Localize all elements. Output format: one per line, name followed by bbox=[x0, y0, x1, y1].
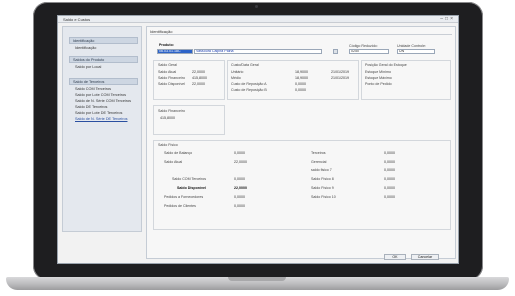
saldo-financeiro-box-value: 415,8000 bbox=[160, 116, 175, 120]
fisico-saldo-atual-label: Saldo Atual bbox=[164, 160, 183, 164]
unit-field[interactable]: UN bbox=[397, 49, 435, 54]
terceiros-value: 0,0000 bbox=[384, 151, 395, 155]
laptop-notch bbox=[228, 277, 286, 281]
custo-reposicao-b-label: Custo de Reposição B bbox=[231, 88, 267, 92]
custo-reposicao-b-value: 0,0000 bbox=[295, 88, 306, 92]
saldo-fisico-7-value: 0,0000 bbox=[384, 168, 395, 172]
reduced-code-field[interactable]: 0250 bbox=[349, 49, 389, 54]
sidebar-header-saldo-terceiros[interactable]: Saldo de Terceiros bbox=[69, 78, 138, 85]
saldo-com-terceiros-value: 0,0000 bbox=[234, 177, 245, 181]
sidebar-item-identificacao[interactable]: Identificação bbox=[75, 46, 96, 50]
reduced-code-label: Código Reduzido: bbox=[349, 44, 378, 48]
app-window: Saldo e Custos –□× Identificação Identif… bbox=[57, 15, 459, 264]
sidebar-item-lote-de-terceiros[interactable]: Saldo por Lote DE Terceiros bbox=[75, 111, 122, 115]
gerencial-value: 0,0000 bbox=[384, 160, 395, 164]
fisico-saldo-disponivel-value: 22,0000 bbox=[234, 186, 247, 190]
unit-label: Unidade Controle: bbox=[397, 44, 426, 48]
sidebar-item-saldo-com-terceiros[interactable]: Saldo COM Terceiros bbox=[75, 87, 111, 91]
custo-unitario-label: Unitário bbox=[231, 70, 244, 74]
estoque-maximo-label: Estoque Máximo bbox=[365, 76, 392, 80]
pedidos-fornecedores-value: 0,0000 bbox=[234, 195, 245, 199]
pedidos-fornecedores-label: Pedidos a Fornecedores bbox=[164, 195, 204, 199]
custo-reposicao-a-label: Custo de Reposição A bbox=[231, 82, 267, 86]
saldo-disponivel-label: Saldo Disponível bbox=[158, 82, 185, 86]
saldo-fisico-8-value: 0,0000 bbox=[384, 177, 395, 181]
camera-icon bbox=[255, 5, 258, 8]
saldo-balanco-label: Saldo de Balanço bbox=[164, 151, 193, 155]
cancel-button[interactable]: Cancelar bbox=[411, 254, 439, 260]
sidebar-item-serie-de-terceiros[interactable]: Saldo de N. Série DE Terceiros bbox=[75, 117, 127, 121]
product-description-field[interactable]: Vassoura Caipira Palha bbox=[194, 49, 322, 54]
saldo-disponivel-value: 22,0000 bbox=[192, 82, 205, 86]
saldo-balanco-value: 0,0000 bbox=[234, 151, 245, 155]
custo-geral-title: Custo/Data Geral bbox=[231, 63, 259, 67]
saldo-financeiro-label: Saldo Financeiro bbox=[158, 76, 185, 80]
custo-reposicao-a-value: 0,0000 bbox=[295, 82, 306, 86]
product-lookup-button[interactable] bbox=[333, 49, 338, 54]
sidebar: Identificação Identificação Saldos do Pr… bbox=[62, 26, 142, 232]
sidebar-item-lote-com-terceiros[interactable]: Saldo por Lote COM Terceiros bbox=[75, 93, 126, 97]
product-code-field[interactable]: 06.03.01.18C bbox=[157, 49, 193, 54]
saldo-fisico-9-value: 0,0000 bbox=[384, 186, 395, 190]
saldo-geral-title: Saldo Geral bbox=[158, 63, 177, 67]
saldo-fisico-9-label: Saldo Físico 9 bbox=[311, 186, 334, 190]
saldo-fisico-group bbox=[153, 140, 451, 230]
saldo-fisico-8-label: Saldo Físico 8 bbox=[311, 177, 334, 181]
saldo-fisico-title: Saldo Físico bbox=[158, 143, 178, 147]
ponto-pedido-label: Ponto de Pedido bbox=[365, 82, 392, 86]
ok-button[interactable]: OK bbox=[384, 254, 406, 260]
pedidos-clientes-label: Pedidos de Clientes bbox=[164, 204, 196, 208]
pedidos-clientes-value: 0,0000 bbox=[234, 204, 245, 208]
fisico-saldo-atual-value: 22,0000 bbox=[234, 160, 247, 164]
saldo-fisico-10-label: Saldo Físico 10 bbox=[311, 195, 336, 199]
custo-medio-label: Médio bbox=[231, 76, 241, 80]
custo-unitario-value: 18,9000 bbox=[295, 70, 308, 74]
window-titlebar[interactable]: Saldo e Custos –□× bbox=[58, 16, 458, 23]
fisico-saldo-disponivel-label: Saldo Disponível bbox=[177, 186, 206, 190]
sidebar-item-saldo-de-terceiros[interactable]: Saldo DE Terceiros bbox=[75, 105, 107, 109]
sidebar-item-serie-com-terceiros[interactable]: Saldo de N. Série COM Terceiros bbox=[75, 99, 131, 103]
title-divider bbox=[150, 34, 452, 35]
saldo-com-terceiros-label: Saldo COM Terceiros bbox=[172, 177, 207, 181]
estoque-title: Posição Geral do Estoque bbox=[365, 63, 407, 67]
custo-unitario-date: 21/01/2019 bbox=[331, 70, 349, 74]
saldo-financeiro-title: Saldo Financeiro bbox=[158, 109, 185, 113]
saldo-fisico-10-value: 0,0000 bbox=[384, 195, 395, 199]
product-label: Produto: bbox=[159, 43, 174, 47]
close-icon[interactable]: × bbox=[450, 16, 455, 22]
custo-medio-date: 21/01/2019 bbox=[331, 76, 349, 80]
window-title: Saldo e Custos bbox=[63, 17, 91, 22]
saldo-atual-label: Saldo Atual bbox=[158, 70, 177, 74]
sidebar-header-saldos-produto[interactable]: Saldos do Produto bbox=[69, 56, 138, 63]
saldo-fisico-7-label: saldo fisico 7 bbox=[311, 168, 332, 172]
custo-medio-value: 18,9000 bbox=[295, 76, 308, 80]
window-controls[interactable]: –□× bbox=[440, 16, 455, 22]
estoque-minimo-label: Estoque Mínimo bbox=[365, 70, 391, 74]
saldo-atual-value: 22,0000 bbox=[192, 70, 205, 74]
sidebar-header-identificacao[interactable]: Identificação bbox=[69, 37, 138, 44]
sidebar-item-saldo-por-local[interactable]: Saldo por Local bbox=[75, 65, 101, 69]
gerencial-label: Gerencial bbox=[311, 160, 327, 164]
terceiros-label: Terceiros bbox=[311, 151, 326, 155]
main-panel: Identificação Produto: 06.03.01.18C Vass… bbox=[146, 26, 456, 259]
saldo-financeiro-value: 415,8000 bbox=[192, 76, 207, 80]
